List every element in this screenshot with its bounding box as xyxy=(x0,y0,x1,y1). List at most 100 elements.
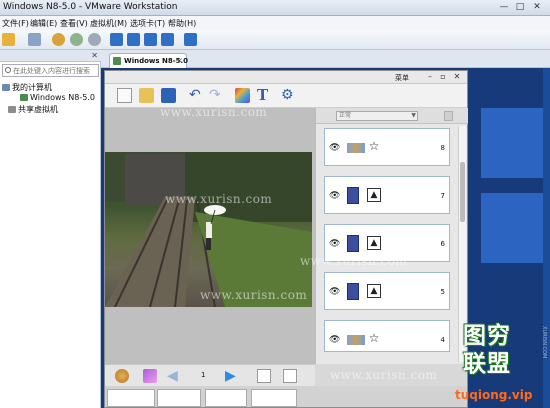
network-icon[interactable] xyxy=(28,33,41,46)
menu-tabs[interactable]: 选项卡(T) xyxy=(130,18,165,29)
text-tool-icon[interactable]: T xyxy=(257,88,272,103)
vm-library-panel: ✕ 我的计算机 Windows N8-5.0 共享虚拟机 xyxy=(0,50,101,408)
background-icon[interactable] xyxy=(143,369,157,383)
blend-mode-value: 正常 xyxy=(339,112,352,119)
library-search[interactable] xyxy=(2,64,99,77)
search-input[interactable] xyxy=(13,66,97,76)
star-icon: ☆ xyxy=(367,331,381,346)
layer-row[interactable]: 👁 ▲ 7 xyxy=(324,176,450,214)
app-close-button[interactable]: ✕ xyxy=(452,72,462,82)
remove-page-icon[interactable] xyxy=(283,369,297,383)
layer-row[interactable]: 👁 ☆ 8 xyxy=(324,128,450,166)
fullscreen-icon[interactable] xyxy=(144,33,157,46)
layer-number: 5 xyxy=(440,288,445,296)
layers-panel: 正常 ▼ 👁 ☆ 8 👁 ▲ 7 👁 ▲ 6 👁 ▲ 5 👁 ☆ 4 xyxy=(315,108,468,364)
settings-icon[interactable]: ⚙ xyxy=(281,88,296,103)
eye-icon[interactable]: 👁 xyxy=(329,239,340,249)
site-logo: 图穷 联盟 tuqiong.vip XURISN.COM xyxy=(455,316,550,408)
menu-edit[interactable]: 编辑(E) xyxy=(30,18,57,29)
page-thumbnail[interactable] xyxy=(251,389,297,407)
undo-icon[interactable]: ↶ xyxy=(189,88,204,103)
tree-shared-label: 共享虚拟机 xyxy=(18,105,58,114)
layer-row[interactable]: 👁 ▲ 5 xyxy=(324,272,450,310)
app-restore-button[interactable]: ▫ xyxy=(438,72,448,82)
view-console-icon[interactable] xyxy=(127,33,140,46)
app-minimize-button[interactable]: – xyxy=(425,72,435,82)
new-file-icon[interactable] xyxy=(117,88,132,103)
collage-canvas[interactable] xyxy=(105,108,315,364)
revert-snapshot-icon[interactable] xyxy=(70,33,83,46)
windows-logo-pane xyxy=(481,193,550,263)
page-navigation-bar: ◀ 1 ▶ xyxy=(105,364,315,386)
layer-thumbnail xyxy=(347,235,359,252)
menu-bar: 文件(F) 编辑(E) 查看(V) 虚拟机(M) 选项卡(T) 帮助(H) xyxy=(0,16,550,30)
add-page-icon[interactable] xyxy=(257,369,271,383)
snapshot-icon[interactable] xyxy=(52,33,65,46)
close-icon[interactable]: ✕ xyxy=(91,51,98,60)
layer-number: 4 xyxy=(440,336,445,344)
minimize-button[interactable]: — xyxy=(497,1,511,13)
tree-vm-item[interactable]: Windows N8-5.0 xyxy=(20,93,95,104)
shared-icon xyxy=(8,106,16,113)
menu-vm[interactable]: 虚拟机(M) xyxy=(90,18,127,29)
trash-icon[interactable] xyxy=(444,111,453,121)
collage-app-window: 菜单 – ▫ ✕ ↶ ↷ T ⚙ 正常 ▼ 👁 ☆ 8 👁 ▲ 7 👁 ▲ 6 … xyxy=(104,70,468,408)
menu-view[interactable]: 查看(V) xyxy=(60,18,88,29)
next-page-icon[interactable]: ▶ xyxy=(225,369,239,383)
layer-row[interactable]: 👁 ▲ 6 xyxy=(324,224,450,262)
tree-my-computer[interactable]: 我的计算机 xyxy=(2,82,52,93)
logo-line-2: 联盟 xyxy=(463,351,511,377)
window-title: Windows N8-5.0 - VMware Workstation xyxy=(3,2,178,12)
layer-thumbnail xyxy=(347,143,365,153)
layers-header: 正常 ▼ xyxy=(316,108,468,124)
tab-vm[interactable]: Windows N8-5.0 × xyxy=(109,53,188,68)
menu-file[interactable]: 文件(F) xyxy=(2,18,29,29)
vm-tab-icon xyxy=(113,57,121,65)
open-folder-icon[interactable] xyxy=(139,88,154,103)
blend-mode-select[interactable]: 正常 ▼ xyxy=(336,111,418,121)
page-thumbnail[interactable] xyxy=(157,389,201,407)
photo-girl-umbrella-railway[interactable] xyxy=(105,152,312,307)
eye-icon[interactable]: 👁 xyxy=(329,191,340,201)
templates-icon[interactable] xyxy=(115,369,129,383)
search-icon xyxy=(5,67,11,73)
power-icon[interactable] xyxy=(2,33,15,46)
star-icon: ☆ xyxy=(367,139,381,154)
snapshot-manager-icon[interactable] xyxy=(88,33,101,46)
vmware-toolbar xyxy=(0,30,550,50)
view-library-icon[interactable] xyxy=(110,33,123,46)
windows-logo-pane xyxy=(481,108,550,178)
vmware-title-bar: Windows N8-5.0 - VMware Workstation — □ … xyxy=(0,0,550,16)
vm-icon xyxy=(20,94,28,101)
unity-icon[interactable] xyxy=(161,33,174,46)
layer-thumbnail xyxy=(347,187,359,204)
logo-side-text: XURISN.COM xyxy=(541,326,547,359)
close-tab-icon[interactable]: × xyxy=(176,56,183,65)
page-thumbnail-strip xyxy=(105,386,467,407)
logo-url: tuqiong.vip xyxy=(455,388,533,402)
page-thumbnail[interactable] xyxy=(107,389,155,407)
eye-icon[interactable]: 👁 xyxy=(329,335,340,345)
previous-page-icon[interactable]: ◀ xyxy=(167,369,181,383)
layers-scroll-thumb[interactable] xyxy=(460,162,465,222)
thumbnail-view-icon[interactable] xyxy=(184,33,197,46)
tree-vm-label: Windows N8-5.0 xyxy=(30,93,95,102)
chevron-down-icon: ▼ xyxy=(411,112,416,119)
layer-thumbnail xyxy=(347,335,365,345)
layer-row[interactable]: 👁 ☆ 4 xyxy=(324,320,450,352)
close-button[interactable]: ✕ xyxy=(530,1,544,13)
tree-shared-vms[interactable]: 共享虚拟机 xyxy=(8,104,58,115)
app-menu-button[interactable]: 菜单 xyxy=(395,73,409,83)
maximize-button[interactable]: □ xyxy=(513,1,527,13)
image-icon: ▲ xyxy=(367,236,381,250)
eye-icon[interactable]: 👁 xyxy=(329,287,340,297)
menu-help[interactable]: 帮助(H) xyxy=(168,18,196,29)
save-icon[interactable] xyxy=(161,88,176,103)
layer-number: 8 xyxy=(440,144,445,152)
page-thumbnail[interactable] xyxy=(205,389,247,407)
eye-icon[interactable]: 👁 xyxy=(329,143,340,153)
vm-tab-strip: Windows N8-5.0 × xyxy=(101,50,550,68)
effects-icon[interactable] xyxy=(235,88,250,103)
image-icon: ▲ xyxy=(367,188,381,202)
redo-icon[interactable]: ↷ xyxy=(209,88,224,103)
